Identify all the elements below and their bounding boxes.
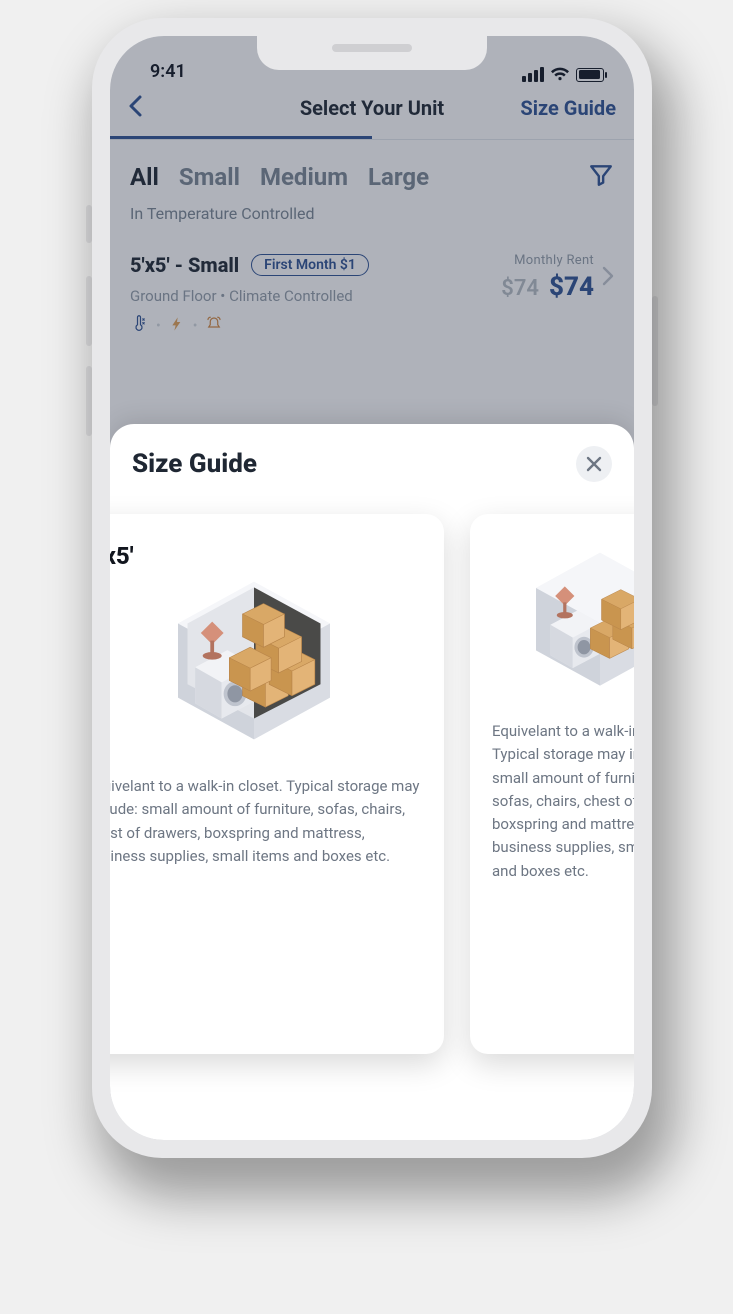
size-card-title: 5'x5' (110, 542, 422, 570)
size-card-description: Equivelant to a walk-in closet. Typical … (492, 720, 634, 883)
size-card-illustration (492, 548, 634, 692)
size-card-description: Equivelant to a walk-in closet. Typical … (110, 775, 422, 868)
size-card[interactable]: 5'x5' (110, 514, 444, 1054)
close-icon (585, 455, 603, 473)
size-card[interactable]: Equivelant to a walk-in closet. Typical … (470, 514, 634, 1054)
close-button[interactable] (576, 446, 612, 482)
size-cards-scroller[interactable]: 5'x5' (110, 514, 634, 1140)
sheet-title: Size Guide (132, 449, 257, 479)
size-guide-sheet: Size Guide 5'x5' (110, 424, 634, 1140)
notch (257, 36, 487, 70)
phone-body: 9:41 Select Your Unit Size Guide (110, 36, 634, 1140)
size-card-illustration (110, 576, 422, 747)
phone-frame: 9:41 Select Your Unit Size Guide (92, 18, 652, 1158)
